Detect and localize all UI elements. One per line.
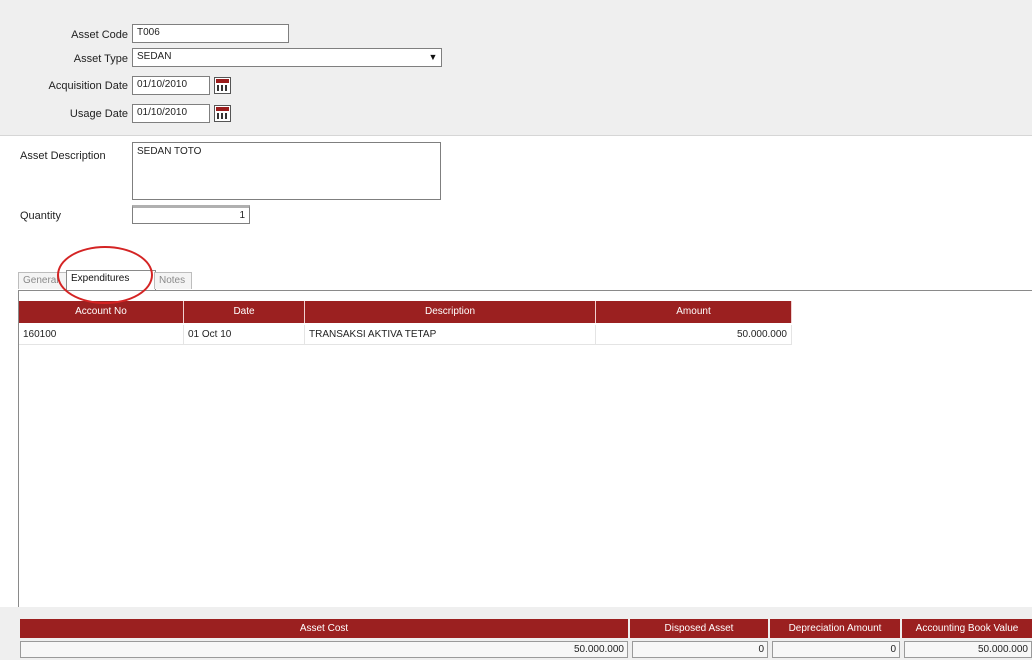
acquisition-date-label: Acquisition Date xyxy=(48,80,129,92)
usage-date-field[interactable]: 01/10/2010 xyxy=(132,104,210,123)
quantity-field[interactable]: 1 xyxy=(132,205,250,224)
asset-description-label: Asset Description xyxy=(20,150,106,162)
date-cell: 01 Oct 10 xyxy=(184,325,305,345)
depreciation-amount-value: 0 xyxy=(772,641,900,658)
asset-code-field[interactable]: T006 xyxy=(132,24,289,43)
tab-general[interactable]: General xyxy=(18,272,68,289)
accounting-book-value-header: Accounting Book Value xyxy=(902,619,1032,638)
quantity-label: Quantity xyxy=(20,210,61,222)
asset-cost-value: 50.000.000 xyxy=(20,641,628,658)
asset-description-field[interactable]: SEDAN TOTO xyxy=(132,142,441,200)
column-header-description[interactable]: Description xyxy=(305,301,596,323)
asset-type-value: SEDAN xyxy=(137,51,172,62)
asset-code-label: Asset Code xyxy=(71,29,128,41)
disposed-asset-header: Disposed Asset xyxy=(630,619,770,638)
account-no-cell: 160100 xyxy=(19,325,184,345)
description-cell: TRANSAKSI AKTIVA TETAP xyxy=(305,325,596,345)
acquisition-date-field[interactable]: 01/10/2010 xyxy=(132,76,210,95)
tab-notes[interactable]: Notes xyxy=(154,272,192,289)
calendar-icon[interactable] xyxy=(214,77,231,94)
asset-cost-header: Asset Cost xyxy=(20,619,630,638)
column-header-amount[interactable]: Amount xyxy=(596,301,792,323)
disposed-asset-value: 0 xyxy=(632,641,768,658)
column-header-account-no[interactable]: Account No xyxy=(19,301,184,323)
depreciation-amount-header: Depreciation Amount xyxy=(770,619,902,638)
expenditures-panel: Account No Date Description Amount 16010… xyxy=(18,290,1032,660)
accounting-book-value-value: 50.000.000 xyxy=(904,641,1032,658)
tab-expenditures[interactable]: Expenditures xyxy=(66,270,156,290)
asset-type-label: Asset Type xyxy=(73,53,128,65)
asset-type-select[interactable]: SEDAN ▼ xyxy=(132,48,442,67)
amount-cell: 50.000.000 xyxy=(596,325,792,345)
chevron-down-icon[interactable]: ▼ xyxy=(427,51,439,64)
calendar-icon[interactable] xyxy=(214,105,231,122)
usage-date-label: Usage Date xyxy=(69,108,128,120)
column-header-date[interactable]: Date xyxy=(184,301,305,323)
